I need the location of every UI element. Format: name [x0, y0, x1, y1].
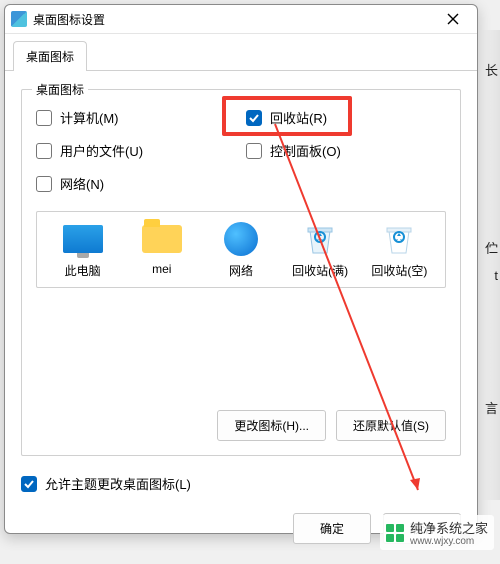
cropped-text: 言	[485, 398, 498, 417]
checkbox-allow-theme-change[interactable]: 允许主题更改桌面图标(L)	[21, 474, 461, 493]
icon-label: 回收站(空)	[371, 262, 427, 279]
desktop-icon-settings-dialog: 桌面图标设置 桌面图标 桌面图标 计算机(M) 回收站(R) 用户的	[4, 4, 478, 534]
icon-preview-list: 此电脑 mei 网络	[36, 211, 446, 288]
change-icon-button[interactable]: 更改图标(H)...	[217, 410, 326, 441]
watermark-brand: 纯净系统之家	[410, 521, 488, 536]
checkbox-label: 控制面板(O)	[270, 141, 341, 160]
checkbox-box	[246, 110, 262, 126]
checkbox-network[interactable]: 网络(N)	[36, 174, 236, 193]
recycle-bin-empty-icon	[384, 223, 414, 255]
group-legend: 桌面图标	[32, 81, 88, 98]
group-desktop-icons: 桌面图标 计算机(M) 回收站(R) 用户的文件(U) 控制面板(O)	[21, 89, 461, 456]
cropped-text: 长	[485, 60, 498, 79]
checkbox-label: 允许主题更改桌面图标(L)	[45, 474, 191, 493]
spacer	[36, 288, 446, 398]
icon-label: 网络	[229, 262, 253, 279]
checkbox-label: 网络(N)	[60, 174, 104, 193]
cropped-text: 伫	[485, 238, 498, 257]
icon-item-this-pc[interactable]: 此电脑	[47, 222, 119, 279]
checkbox-box	[246, 143, 262, 159]
monitor-icon	[63, 225, 103, 253]
checkbox-label: 计算机(M)	[60, 108, 119, 127]
checkbox-label: 用户的文件(U)	[60, 141, 143, 160]
checkbox-user-files[interactable]: 用户的文件(U)	[36, 141, 236, 160]
icon-label: 回收站(满)	[292, 262, 348, 279]
tabstrip: 桌面图标	[5, 34, 477, 71]
icon-item-recycle-empty[interactable]: 回收站(空)	[363, 222, 435, 279]
app-icon	[11, 11, 27, 27]
icon-item-network[interactable]: 网络	[205, 222, 277, 279]
globe-icon	[224, 222, 258, 256]
checkbox-box	[36, 143, 52, 159]
recycle-bin-full-icon	[305, 223, 335, 255]
folder-icon	[142, 225, 182, 253]
cropped-text: t	[494, 268, 498, 283]
watermark: 纯净系统之家 www.wjxy.com	[380, 515, 494, 550]
checkbox-control-panel[interactable]: 控制面板(O)	[246, 141, 446, 160]
ok-button[interactable]: 确定	[293, 513, 371, 544]
restore-defaults-button[interactable]: 还原默认值(S)	[336, 410, 446, 441]
close-icon	[447, 13, 459, 25]
tab-desktop-icons[interactable]: 桌面图标	[13, 41, 87, 71]
checkbox-computer[interactable]: 计算机(M)	[36, 108, 236, 127]
checkbox-box	[21, 476, 37, 492]
checkbox-label: 回收站(R)	[270, 108, 327, 127]
icon-item-user-folder[interactable]: mei	[126, 222, 198, 279]
window-title: 桌面图标设置	[33, 11, 433, 28]
icon-button-row: 更改图标(H)... 还原默认值(S)	[36, 410, 446, 441]
watermark-url: www.wjxy.com	[410, 537, 488, 547]
checkbox-box	[36, 176, 52, 192]
dialog-body: 桌面图标 计算机(M) 回收站(R) 用户的文件(U) 控制面板(O)	[5, 71, 477, 503]
icon-item-recycle-full[interactable]: 回收站(满)	[284, 222, 356, 279]
edge-shadow	[482, 30, 500, 500]
icon-label: mei	[152, 262, 171, 276]
titlebar[interactable]: 桌面图标设置	[5, 5, 477, 34]
icon-label: 此电脑	[65, 262, 101, 279]
checkbox-box	[36, 110, 52, 126]
close-button[interactable]	[433, 5, 473, 33]
checkbox-recycle-bin[interactable]: 回收站(R)	[246, 108, 446, 127]
checkbox-grid: 计算机(M) 回收站(R) 用户的文件(U) 控制面板(O) 网络(N)	[36, 108, 446, 193]
watermark-logo-icon	[386, 524, 404, 542]
